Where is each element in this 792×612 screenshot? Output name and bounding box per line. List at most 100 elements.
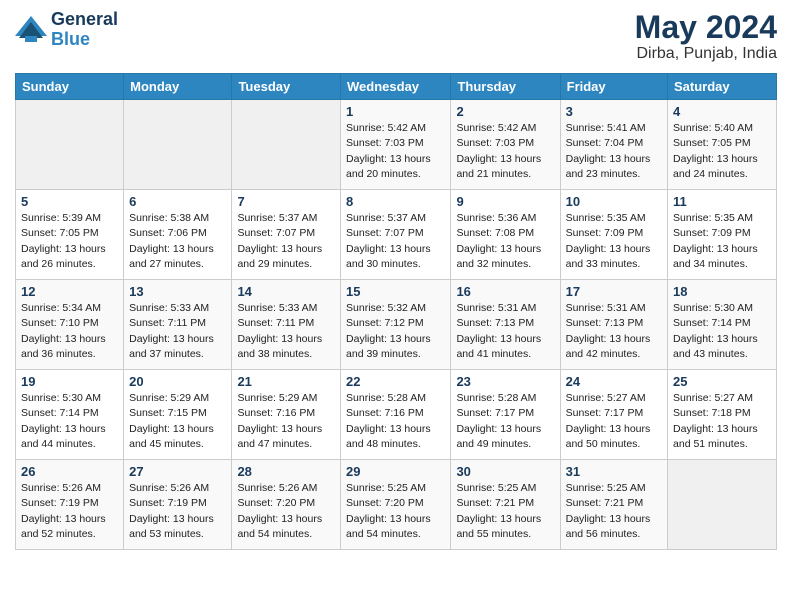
col-tuesday: Tuesday (232, 74, 341, 100)
calendar-cell: 13 Sunrise: 5:33 AM Sunset: 7:11 PM Dayli… (124, 280, 232, 370)
calendar-cell: 11 Sunrise: 5:35 AM Sunset: 7:09 PM Dayli… (668, 190, 777, 280)
calendar-cell: 19 Sunrise: 5:30 AM Sunset: 7:14 PM Dayli… (16, 370, 124, 460)
calendar-cell (668, 460, 777, 550)
day-number: 6 (129, 194, 226, 209)
location: Dirba, Punjab, India (635, 45, 777, 63)
title-area: May 2024 Dirba, Punjab, India (635, 10, 777, 63)
day-number: 17 (566, 284, 662, 299)
day-number: 29 (346, 464, 445, 479)
calendar-week-2: 5Sunrise: 5:39 AM Sunset: 7:05 PM Daylig… (16, 190, 777, 280)
cell-info: Sunrise: 5:25 AM Sunset: 7:21 PM Dayligh… (566, 481, 662, 542)
calendar-cell: 3 Sunrise: 5:41 AM Sunset: 7:04 PM Daylig… (560, 100, 667, 190)
cell-info: Sunrise: 5:26 AM Sunset: 7:19 PM Dayligh… (129, 481, 226, 542)
day-number: 22 (346, 374, 445, 389)
day-number: 16 (456, 284, 554, 299)
calendar-cell: 9Sunrise: 5:36 AM Sunset: 7:08 PM Daylig… (451, 190, 560, 280)
day-number: 15 (346, 284, 445, 299)
calendar-cell: 12 Sunrise: 5:34 AM Sunset: 7:10 PM Dayli… (16, 280, 124, 370)
day-number: 18 (673, 284, 771, 299)
calendar-cell: 14 Sunrise: 5:33 AM Sunset: 7:11 PM Dayli… (232, 280, 341, 370)
cell-info: Sunrise: 5:33 AM Sunset: 7:11 PM Dayligh… (237, 301, 335, 362)
cell-info: Sunrise: 5:33 AM Sunset: 7:11 PM Dayligh… (129, 301, 226, 362)
cell-info: Sunrise: 5:37 AM Sunset: 7:07 PM Dayligh… (237, 211, 335, 272)
day-number: 14 (237, 284, 335, 299)
cell-info: Sunrise: 5:26 AM Sunset: 7:20 PM Dayligh… (237, 481, 335, 542)
calendar-week-4: 19 Sunrise: 5:30 AM Sunset: 7:14 PM Dayli… (16, 370, 777, 460)
calendar-cell: 31 Sunrise: 5:25 AM Sunset: 7:21 PM Dayli… (560, 460, 667, 550)
cell-info: Sunrise: 5:25 AM Sunset: 7:21 PM Dayligh… (456, 481, 554, 542)
day-number: 12 (21, 284, 118, 299)
cell-info: Sunrise: 5:27 AM Sunset: 7:18 PM Dayligh… (673, 391, 771, 452)
calendar-cell (16, 100, 124, 190)
month-year: May 2024 (635, 10, 777, 45)
calendar: Sunday Monday Tuesday Wednesday Thursday… (15, 73, 777, 550)
day-number: 20 (129, 374, 226, 389)
calendar-cell: 24 Sunrise: 5:27 AM Sunset: 7:17 PM Dayli… (560, 370, 667, 460)
cell-info: Sunrise: 5:40 AM Sunset: 7:05 PM Dayligh… (673, 121, 771, 182)
day-number: 8 (346, 194, 445, 209)
col-saturday: Saturday (668, 74, 777, 100)
calendar-cell: 21 Sunrise: 5:29 AM Sunset: 7:16 PM Dayli… (232, 370, 341, 460)
calendar-cell: 25 Sunrise: 5:27 AM Sunset: 7:18 PM Dayli… (668, 370, 777, 460)
calendar-cell (124, 100, 232, 190)
day-number: 10 (566, 194, 662, 209)
cell-info: Sunrise: 5:35 AM Sunset: 7:09 PM Dayligh… (673, 211, 771, 272)
calendar-cell: 16 Sunrise: 5:31 AM Sunset: 7:13 PM Dayli… (451, 280, 560, 370)
cell-info: Sunrise: 5:28 AM Sunset: 7:17 PM Dayligh… (456, 391, 554, 452)
calendar-cell: 18 Sunrise: 5:30 AM Sunset: 7:14 PM Dayli… (668, 280, 777, 370)
logo: General Blue (15, 10, 118, 50)
calendar-week-1: 1 Sunrise: 5:42 AM Sunset: 7:03 PM Daylig… (16, 100, 777, 190)
day-number: 4 (673, 104, 771, 119)
cell-info: Sunrise: 5:42 AM Sunset: 7:03 PM Dayligh… (456, 121, 554, 182)
calendar-cell: 15 Sunrise: 5:32 AM Sunset: 7:12 PM Dayli… (341, 280, 451, 370)
day-number: 21 (237, 374, 335, 389)
col-sunday: Sunday (16, 74, 124, 100)
day-number: 1 (346, 104, 445, 119)
day-number: 7 (237, 194, 335, 209)
cell-info: Sunrise: 5:34 AM Sunset: 7:10 PM Dayligh… (21, 301, 118, 362)
day-number: 24 (566, 374, 662, 389)
calendar-cell: 29Sunrise: 5:25 AM Sunset: 7:20 PM Dayli… (341, 460, 451, 550)
calendar-cell: 6 Sunrise: 5:38 AM Sunset: 7:06 PM Daylig… (124, 190, 232, 280)
calendar-cell: 23 Sunrise: 5:28 AM Sunset: 7:17 PM Dayli… (451, 370, 560, 460)
day-number: 30 (456, 464, 554, 479)
col-monday: Monday (124, 74, 232, 100)
cell-info: Sunrise: 5:29 AM Sunset: 7:16 PM Dayligh… (237, 391, 335, 452)
calendar-week-3: 12 Sunrise: 5:34 AM Sunset: 7:10 PM Dayli… (16, 280, 777, 370)
day-number: 25 (673, 374, 771, 389)
day-number: 31 (566, 464, 662, 479)
calendar-cell: 30 Sunrise: 5:25 AM Sunset: 7:21 PM Dayli… (451, 460, 560, 550)
calendar-header-row: Sunday Monday Tuesday Wednesday Thursday… (16, 74, 777, 100)
cell-info: Sunrise: 5:41 AM Sunset: 7:04 PM Dayligh… (566, 121, 662, 182)
day-number: 3 (566, 104, 662, 119)
calendar-cell: 1 Sunrise: 5:42 AM Sunset: 7:03 PM Daylig… (341, 100, 451, 190)
day-number: 13 (129, 284, 226, 299)
calendar-cell: 5Sunrise: 5:39 AM Sunset: 7:05 PM Daylig… (16, 190, 124, 280)
day-number: 9 (456, 194, 554, 209)
day-number: 2 (456, 104, 554, 119)
calendar-cell: 26 Sunrise: 5:26 AM Sunset: 7:19 PM Dayli… (16, 460, 124, 550)
cell-info: Sunrise: 5:31 AM Sunset: 7:13 PM Dayligh… (566, 301, 662, 362)
calendar-cell: 2 Sunrise: 5:42 AM Sunset: 7:03 PM Daylig… (451, 100, 560, 190)
calendar-cell: 27Sunrise: 5:26 AM Sunset: 7:19 PM Dayli… (124, 460, 232, 550)
cell-info: Sunrise: 5:30 AM Sunset: 7:14 PM Dayligh… (21, 391, 118, 452)
day-number: 19 (21, 374, 118, 389)
day-number: 28 (237, 464, 335, 479)
cell-info: Sunrise: 5:39 AM Sunset: 7:05 PM Dayligh… (21, 211, 118, 272)
cell-info: Sunrise: 5:32 AM Sunset: 7:12 PM Dayligh… (346, 301, 445, 362)
day-number: 11 (673, 194, 771, 209)
cell-info: Sunrise: 5:30 AM Sunset: 7:14 PM Dayligh… (673, 301, 771, 362)
cell-info: Sunrise: 5:42 AM Sunset: 7:03 PM Dayligh… (346, 121, 445, 182)
day-number: 26 (21, 464, 118, 479)
page: General Blue May 2024 Dirba, Punjab, Ind… (0, 0, 792, 612)
day-number: 23 (456, 374, 554, 389)
cell-info: Sunrise: 5:38 AM Sunset: 7:06 PM Dayligh… (129, 211, 226, 272)
header: General Blue May 2024 Dirba, Punjab, Ind… (15, 10, 777, 63)
calendar-cell: 22Sunrise: 5:28 AM Sunset: 7:16 PM Dayli… (341, 370, 451, 460)
calendar-cell: 4 Sunrise: 5:40 AM Sunset: 7:05 PM Daylig… (668, 100, 777, 190)
calendar-cell: 17 Sunrise: 5:31 AM Sunset: 7:13 PM Dayli… (560, 280, 667, 370)
cell-info: Sunrise: 5:27 AM Sunset: 7:17 PM Dayligh… (566, 391, 662, 452)
cell-info: Sunrise: 5:26 AM Sunset: 7:19 PM Dayligh… (21, 481, 118, 542)
cell-info: Sunrise: 5:31 AM Sunset: 7:13 PM Dayligh… (456, 301, 554, 362)
cell-info: Sunrise: 5:35 AM Sunset: 7:09 PM Dayligh… (566, 211, 662, 272)
